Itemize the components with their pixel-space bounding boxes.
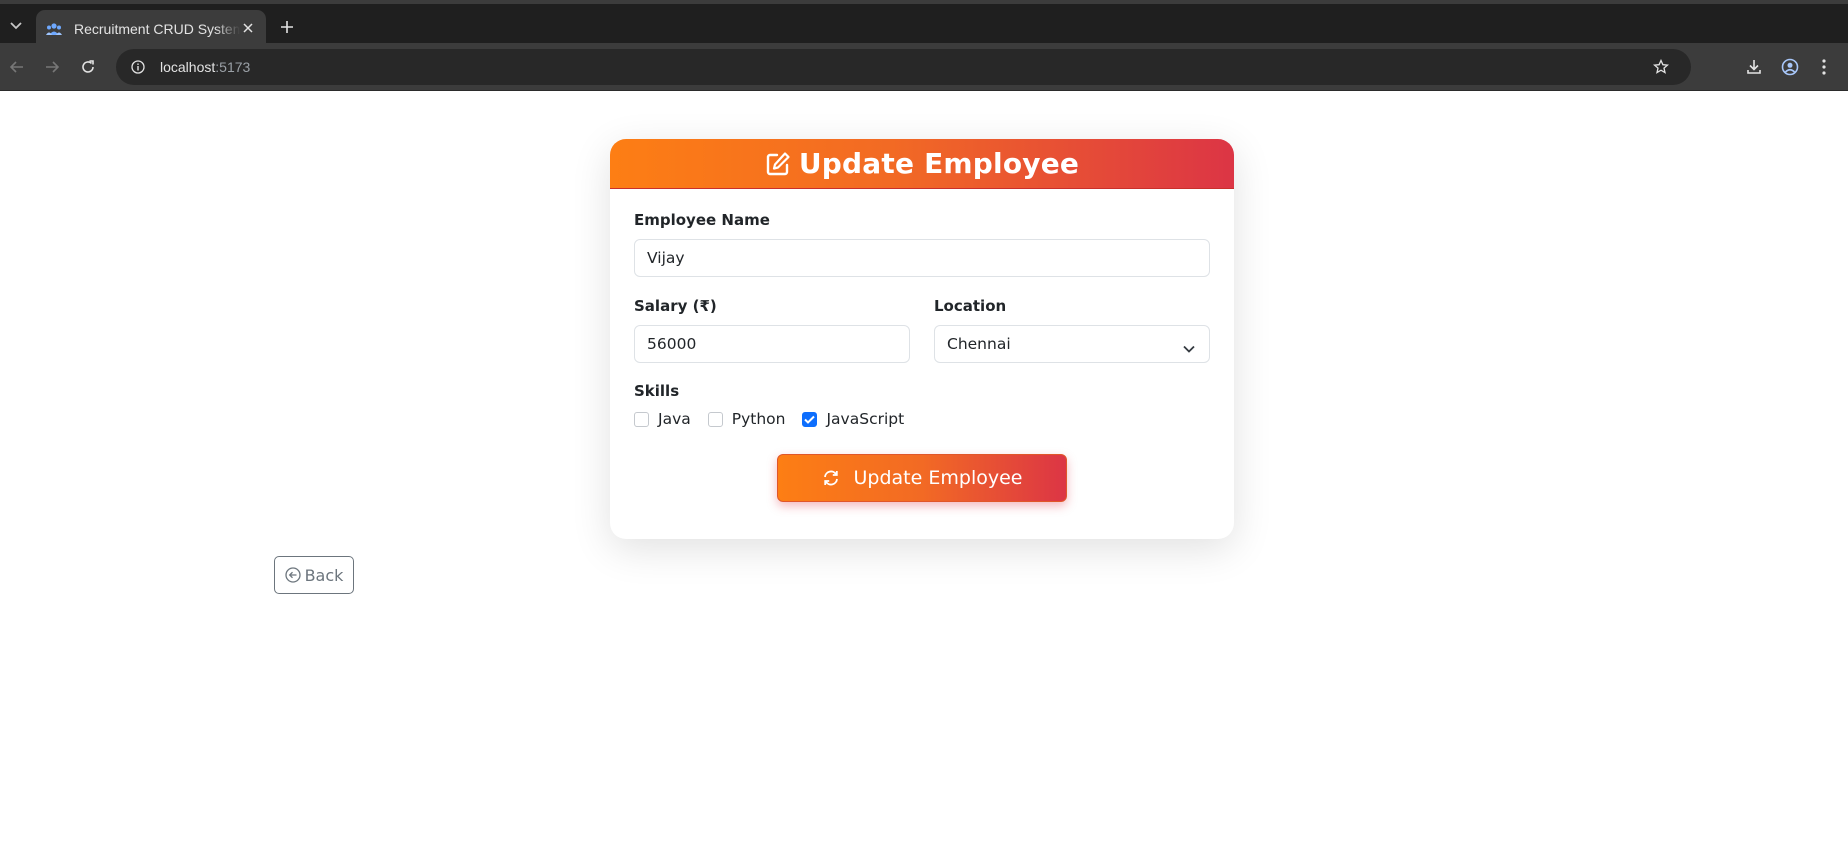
refresh-arrows-icon	[822, 469, 840, 487]
skill-checkbox-python[interactable]: Python	[707, 410, 786, 428]
address-bar[interactable]: localhost:5173	[116, 49, 1691, 85]
browser-tab-bar: Recruitment CRUD System	[0, 0, 1848, 47]
employee-form: Employee Name Vijay Salary (₹) 56000 Loc…	[610, 189, 1234, 502]
skill-label: JavaScript	[826, 410, 905, 428]
card-title: Update Employee	[798, 147, 1080, 180]
browser-toolbar: localhost:5173	[0, 43, 1848, 91]
salary-value: 56000	[647, 335, 697, 353]
location-label: Location	[934, 297, 1007, 315]
skill-checkbox-java[interactable]: Java	[634, 410, 691, 428]
profile-avatar-icon[interactable]	[1778, 55, 1802, 79]
update-employee-card: Update Employee Employee Name Vijay Sala…	[610, 139, 1234, 539]
url-host: localhost	[160, 59, 216, 75]
location-selected-value: Chennai	[947, 335, 1011, 353]
location-select[interactable]: Chennai	[934, 325, 1210, 363]
salary-input[interactable]: 56000	[634, 325, 910, 363]
back-arrow-icon[interactable]	[5, 55, 29, 79]
download-icon[interactable]	[1742, 55, 1766, 79]
card-header: Update Employee	[610, 139, 1234, 189]
edit-pencil-square-icon	[765, 151, 791, 177]
checkbox-checked[interactable]	[802, 411, 818, 427]
people-group-icon	[46, 21, 62, 37]
arrow-left-circle-icon	[284, 567, 301, 583]
update-employee-button[interactable]: Update Employee	[777, 454, 1067, 502]
reload-icon[interactable]	[76, 55, 100, 79]
checkbox[interactable]	[707, 411, 723, 427]
tab-search-dropdown-icon[interactable]	[6, 16, 26, 36]
employee-name-label: Employee Name	[634, 211, 770, 229]
tab-close-icon[interactable]	[238, 18, 258, 38]
skill-label: Python	[731, 410, 786, 428]
forward-arrow-icon[interactable]	[40, 55, 64, 79]
bookmark-star-icon[interactable]	[1651, 57, 1671, 77]
browser-menu-kebab-icon[interactable]	[1812, 55, 1836, 79]
employee-name-value: Vijay	[647, 249, 685, 267]
url-port: :5173	[215, 59, 251, 75]
new-tab-plus-icon[interactable]	[276, 16, 298, 38]
browser-tab-active[interactable]: Recruitment CRUD System	[36, 10, 266, 47]
skill-checkbox-javascript[interactable]: JavaScript	[802, 410, 904, 428]
back-button-label: Back	[304, 565, 344, 585]
chevron-down-icon	[1183, 339, 1195, 357]
salary-label: Salary (₹)	[634, 297, 717, 315]
tab-title: Recruitment CRUD System	[74, 20, 240, 37]
checkmark-icon	[804, 415, 816, 424]
employee-name-input[interactable]: Vijay	[634, 239, 1210, 277]
skill-label: Java	[658, 410, 691, 428]
update-employee-button-label: Update Employee	[853, 467, 1023, 489]
site-info-icon[interactable]	[128, 57, 148, 77]
skills-label: Skills	[634, 382, 680, 400]
back-button[interactable]: Back	[274, 556, 354, 594]
skills-group: Skills Java Python JavaScript	[634, 382, 1210, 428]
checkbox[interactable]	[634, 411, 649, 427]
